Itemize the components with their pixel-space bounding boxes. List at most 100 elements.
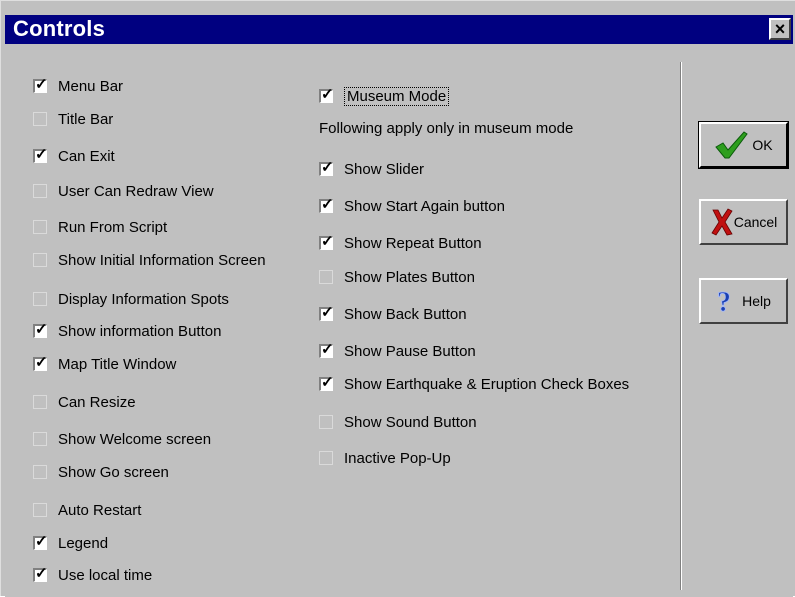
option-checkbox[interactable]: Show Plates Button <box>319 266 475 288</box>
question-mark-icon: ? <box>716 287 738 315</box>
checkbox-label: Can Resize <box>58 393 136 411</box>
checkbox-box <box>319 270 333 284</box>
option-checkbox[interactable]: Show Initial Information Screen <box>33 249 266 271</box>
museum-mode-checkbox[interactable]: ✓ Museum Mode <box>319 85 450 107</box>
checkbox-label: Inactive Pop-Up <box>344 449 451 467</box>
option-checkbox[interactable]: Display Information Spots <box>33 288 229 310</box>
checkbox-label: Menu Bar <box>58 77 124 95</box>
checkbox-label: Auto Restart <box>58 501 142 519</box>
checkbox-label: Show Sound Button <box>344 413 477 431</box>
checkbox-box <box>33 432 47 446</box>
checkbox-box: ✓ <box>319 159 334 176</box>
option-checkbox[interactable]: ✓ Show Repeat Button <box>319 232 482 254</box>
option-checkbox[interactable]: ✓ Show Earthquake & Eruption Check Boxes <box>319 373 629 395</box>
help-button[interactable]: ? Help <box>699 278 788 324</box>
checkbox-label: Title Bar <box>58 110 114 128</box>
option-checkbox[interactable]: Run From Script <box>33 216 167 238</box>
checkbox-label: Map Title Window <box>58 355 177 373</box>
checkbox-label: Show information Button <box>58 322 222 340</box>
checkmark-icon: ✓ <box>321 196 334 213</box>
vertical-divider <box>680 62 682 590</box>
checkbox-box <box>33 503 47 517</box>
help-label: Help <box>742 293 771 309</box>
option-checkbox[interactable]: Auto Restart <box>33 499 141 521</box>
controls-dialog: Controls × ✓ Menu Bar Title Bar ✓ Can Exit Us… <box>0 0 795 597</box>
checkbox-label: Show Initial Information Screen <box>58 251 266 269</box>
cancel-label: Cancel <box>733 214 778 230</box>
checkbox-label: Show Repeat Button <box>344 234 482 252</box>
checkbox-label: Display Information Spots <box>58 290 229 308</box>
checkbox-box: ✓ <box>319 196 334 213</box>
ok-button[interactable]: OK <box>698 121 789 169</box>
checkmark-icon: ✓ <box>35 321 48 338</box>
checkbox-box <box>319 415 333 429</box>
option-checkbox[interactable]: ✓ Use local time <box>33 564 152 586</box>
checkbox-box <box>33 112 47 126</box>
svg-text:?: ? <box>717 287 731 315</box>
option-checkbox[interactable]: Inactive Pop-Up <box>319 447 451 469</box>
option-checkbox[interactable]: ✓ Show Slider <box>319 158 424 180</box>
checkmark-icon: ✓ <box>321 159 334 176</box>
checkmark-icon: ✓ <box>321 374 334 391</box>
window-title: Controls <box>13 16 106 41</box>
option-checkbox[interactable]: ✓ Show Start Again button <box>319 195 505 217</box>
checkbox-label: Show Start Again button <box>344 197 505 215</box>
checkbox-box: ✓ <box>319 341 334 358</box>
checkmark-icon: ✓ <box>35 565 48 582</box>
option-checkbox[interactable]: ✓ Show information Button <box>33 320 221 342</box>
checkmark-icon: ✓ <box>35 533 48 550</box>
checkbox-box <box>33 465 47 479</box>
museum-mode-note: Following apply only in museum mode <box>319 120 574 137</box>
checkbox-label: Show Welcome screen <box>58 430 212 448</box>
green-checkmark-icon <box>714 130 749 160</box>
option-checkbox[interactable]: ✓ Legend <box>33 532 108 554</box>
dialog-body: ✓ Menu Bar Title Bar ✓ Can Exit User Can Redr… <box>5 46 793 597</box>
checkbox-box: ✓ <box>33 77 48 93</box>
checkbox-label: Use local time <box>58 566 153 584</box>
option-checkbox[interactable]: Title Bar <box>33 108 113 130</box>
option-checkbox[interactable]: Show Welcome screen <box>33 428 211 450</box>
checkbox-box: ✓ <box>319 86 334 103</box>
option-checkbox[interactable]: User Can Redraw View <box>33 180 214 202</box>
option-checkbox[interactable]: ✓ Map Title Window <box>33 353 176 375</box>
checkbox-box: ✓ <box>319 233 334 250</box>
checkbox-box <box>33 220 47 234</box>
checkbox-box: ✓ <box>33 533 48 550</box>
checkmark-icon: ✓ <box>321 304 334 321</box>
option-checkbox[interactable]: Can Resize <box>33 391 136 413</box>
checkmark-icon: ✓ <box>321 341 334 358</box>
checkbox-label: Show Pause Button <box>344 342 476 360</box>
checkbox-box <box>33 395 47 409</box>
checkbox-box: ✓ <box>319 304 334 321</box>
checkbox-label: Can Exit <box>58 147 115 165</box>
checkbox-box: ✓ <box>33 565 48 582</box>
checkbox-box <box>33 184 47 198</box>
option-checkbox[interactable]: ✓ Can Exit <box>33 145 115 167</box>
close-button[interactable]: × <box>769 18 791 40</box>
checkmark-icon: ✓ <box>321 86 334 103</box>
checkbox-label: User Can Redraw View <box>58 182 214 200</box>
checkbox-box: ✓ <box>33 147 48 163</box>
option-checkbox[interactable]: ✓ Show Pause Button <box>319 340 476 362</box>
option-checkbox[interactable]: Show Go screen <box>33 461 169 483</box>
checkbox-label: Legend <box>58 534 109 552</box>
checkbox-box <box>319 451 333 465</box>
checkbox-label: Museum Mode <box>344 86 450 106</box>
option-checkbox[interactable]: ✓ Show Back Button <box>319 303 467 325</box>
checkbox-label: Run From Script <box>58 218 168 236</box>
checkbox-box <box>33 292 47 306</box>
checkbox-label: Show Go screen <box>58 463 169 481</box>
close-icon: × <box>774 19 786 39</box>
checkbox-label: Show Back Button <box>344 305 467 323</box>
cancel-button[interactable]: Cancel <box>699 199 788 245</box>
checkbox-label: Show Slider <box>344 160 425 178</box>
checkbox-box: ✓ <box>319 374 334 391</box>
option-checkbox[interactable]: ✓ Menu Bar <box>33 75 123 97</box>
checkbox-box: ✓ <box>33 355 48 371</box>
checkbox-box <box>33 253 47 267</box>
title-bar: Controls × <box>5 15 793 44</box>
red-x-icon <box>710 207 734 237</box>
checkbox-label: Show Earthquake & Eruption Check Boxes <box>344 375 630 393</box>
option-checkbox[interactable]: Show Sound Button <box>319 411 477 433</box>
checkmark-icon: ✓ <box>321 233 334 250</box>
